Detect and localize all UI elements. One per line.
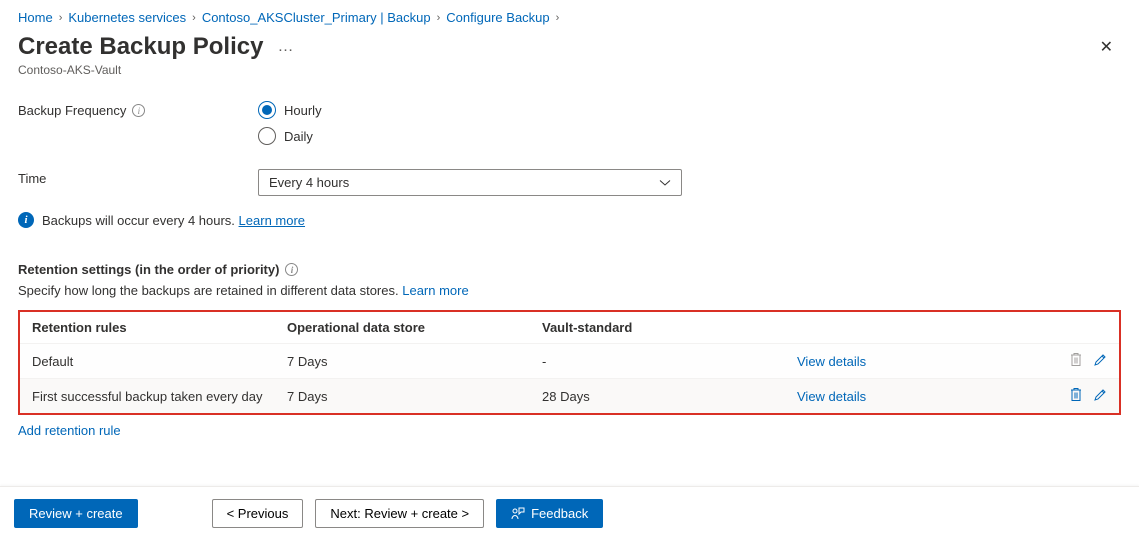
review-create-button[interactable]: Review + create [14, 499, 138, 528]
chevron-down-icon [659, 179, 671, 187]
delete-icon[interactable] [1069, 387, 1083, 402]
info-icon[interactable]: i [285, 263, 298, 276]
retention-heading-text: Retention settings (in the order of prio… [18, 262, 279, 277]
breadcrumb: Home › Kubernetes services › Contoso_AKS… [0, 0, 1139, 31]
rule-op: 7 Days [287, 354, 542, 369]
col-operational: Operational data store [287, 320, 542, 335]
rule-vault: 28 Days [542, 389, 797, 404]
page-subtitle: Contoso-AKS-Vault [0, 63, 1139, 95]
delete-icon [1069, 352, 1083, 367]
table-row: Default 7 Days - View details [20, 343, 1119, 378]
edit-icon[interactable] [1093, 353, 1107, 367]
time-label: Time [18, 171, 46, 186]
frequency-radios: Hourly Daily [258, 101, 322, 145]
close-button[interactable]: ✕ [1092, 33, 1121, 61]
col-vault: Vault-standard [542, 320, 797, 335]
col-rules: Retention rules [32, 320, 287, 335]
table-header: Retention rules Operational data store V… [20, 312, 1119, 343]
page-header: Create Backup Policy … ✕ [0, 31, 1139, 63]
banner-text: Backups will occur every 4 hours. [42, 213, 235, 228]
view-details-link[interactable]: View details [797, 389, 866, 404]
rule-op: 7 Days [287, 389, 542, 404]
breadcrumb-home[interactable]: Home [18, 10, 53, 25]
retention-description: Specify how long the backups are retaine… [0, 283, 1139, 310]
chevron-right-icon: › [192, 12, 196, 24]
previous-button[interactable]: < Previous [212, 499, 304, 528]
retention-heading: Retention settings (in the order of prio… [0, 232, 1139, 283]
next-button[interactable]: Next: Review + create > [315, 499, 484, 528]
chevron-right-icon: › [437, 12, 441, 24]
time-value: Every 4 hours [269, 175, 349, 190]
edit-icon[interactable] [1093, 388, 1107, 402]
radio-hourly[interactable]: Hourly [258, 101, 322, 119]
row-frequency: Backup Frequency i Hourly Daily [0, 95, 1139, 151]
chevron-right-icon: › [59, 12, 63, 24]
rule-name: Default [32, 354, 287, 369]
chevron-right-icon: › [556, 12, 560, 24]
person-feedback-icon [511, 507, 525, 520]
info-banner: i Backups will occur every 4 hours. Lear… [18, 212, 1121, 228]
retention-desc-text: Specify how long the backups are retaine… [18, 283, 399, 298]
frequency-label: Backup Frequency [18, 103, 126, 118]
info-icon[interactable]: i [132, 104, 145, 117]
view-details-link[interactable]: View details [797, 354, 866, 369]
radio-daily[interactable]: Daily [258, 127, 322, 145]
breadcrumb-k8s[interactable]: Kubernetes services [68, 10, 186, 25]
breadcrumb-configure[interactable]: Configure Backup [446, 10, 549, 25]
page-title: Create Backup Policy [18, 33, 263, 61]
add-retention-rule-link[interactable]: Add retention rule [18, 423, 121, 438]
feedback-button[interactable]: Feedback [496, 499, 603, 528]
table-row: First successful backup taken every day … [20, 378, 1119, 413]
banner-learn-more[interactable]: Learn more [239, 213, 305, 228]
radio-daily-label: Daily [284, 129, 313, 144]
retention-learn-more[interactable]: Learn more [402, 283, 468, 298]
retention-rules-table: Retention rules Operational data store V… [18, 310, 1121, 415]
row-time: Time Every 4 hours [0, 163, 1139, 202]
more-actions-button[interactable]: … [273, 38, 299, 56]
radio-hourly-label: Hourly [284, 103, 322, 118]
time-select[interactable]: Every 4 hours [258, 169, 682, 196]
footer-bar: Review + create < Previous Next: Review … [0, 486, 1139, 540]
rule-name: First successful backup taken every day [32, 389, 287, 404]
info-filled-icon: i [18, 212, 34, 228]
feedback-label: Feedback [531, 506, 588, 521]
rule-vault: - [542, 354, 797, 369]
breadcrumb-cluster[interactable]: Contoso_AKSCluster_Primary | Backup [202, 10, 431, 25]
